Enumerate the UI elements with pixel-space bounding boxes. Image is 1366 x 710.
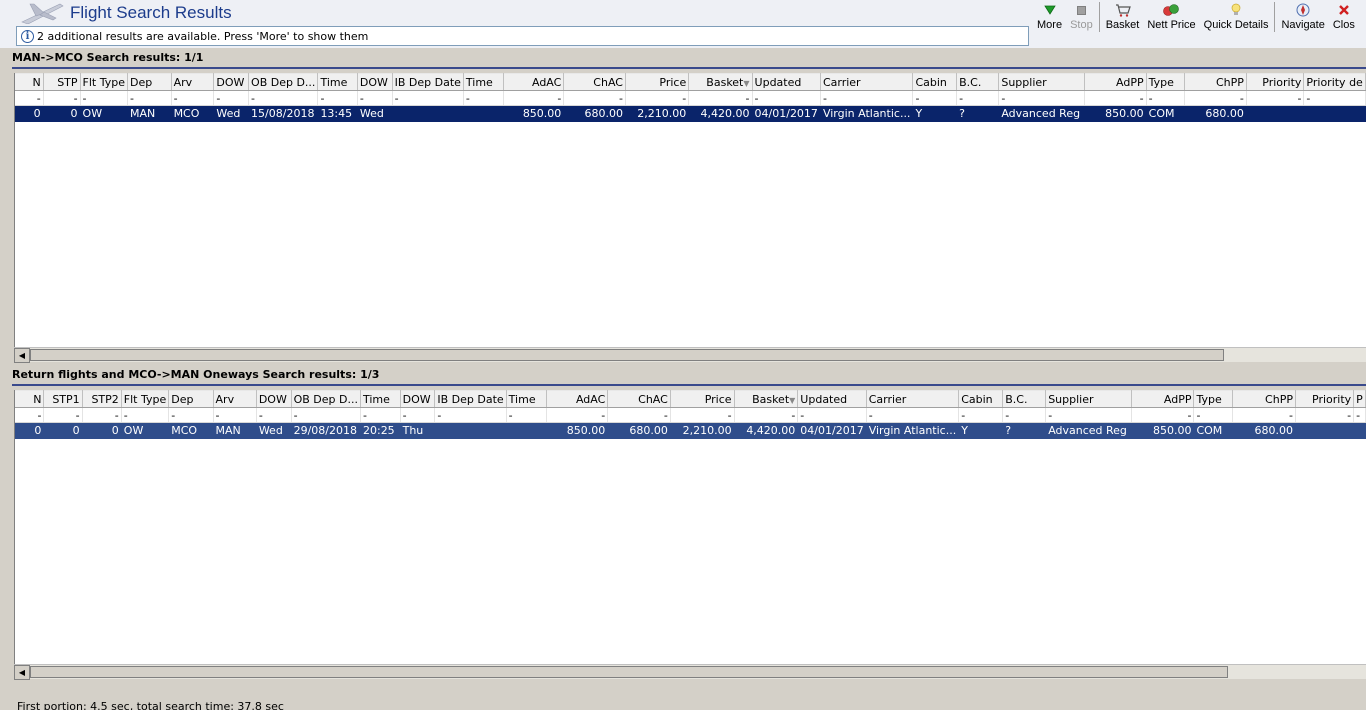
scroll-thumb[interactable] — [30, 666, 1228, 678]
col-updated[interactable]: Updated — [797, 390, 867, 408]
scroll-left-icon[interactable]: ◀ — [14, 348, 30, 363]
col-dep[interactable]: Dep — [168, 390, 214, 408]
return-horizontal-scrollbar[interactable]: ◀ — [14, 664, 1366, 680]
col-stp[interactable]: STP — [43, 73, 81, 91]
nett-price-button[interactable]: Nett Price — [1143, 0, 1199, 34]
basket-icon — [1115, 2, 1131, 18]
info-icon: i — [21, 29, 34, 43]
col-dow[interactable]: DOW — [213, 73, 250, 91]
return-table: N STP1 STP2 Flt Type Dep Arv DOW OB Dep … — [15, 390, 1366, 439]
col-dow-2[interactable]: DOW — [357, 73, 393, 91]
col-arv[interactable]: Arv — [171, 73, 215, 91]
scroll-left-icon[interactable]: ◀ — [14, 665, 30, 680]
col-ib-dep-date[interactable]: IB Dep Date — [392, 73, 464, 91]
info-message: 2 additional results are available. Pres… — [37, 29, 369, 43]
col-chac[interactable]: ChAC — [607, 390, 671, 408]
col-bc[interactable]: B.C. — [1002, 390, 1047, 408]
col-basket[interactable]: Basket▼ — [734, 390, 799, 408]
scroll-thumb[interactable] — [30, 349, 1224, 361]
col-cabin[interactable]: Cabin — [912, 73, 958, 91]
money-icon — [1162, 2, 1180, 18]
outbound-header-row: N STP Flt Type Dep Arv DOW OB Dep D... T… — [15, 73, 1366, 91]
col-carrier[interactable]: Carrier — [820, 73, 914, 91]
col-cabin[interactable]: Cabin — [958, 390, 1004, 408]
return-filter-row[interactable]: - - - - - - - - - - - - - - - - - - - - — [15, 407, 1366, 423]
col-ob-dep-date[interactable]: OB Dep D... — [291, 390, 361, 408]
compass-icon — [1295, 2, 1311, 18]
col-chac[interactable]: ChAC — [563, 73, 626, 91]
col-basket[interactable]: Basket▼ — [688, 73, 753, 91]
info-bar: i 2 additional results are available. Pr… — [16, 26, 1029, 46]
airplane-icon — [21, 3, 64, 24]
return-header-row: N STP1 STP2 Flt Type Dep Arv DOW OB Dep … — [15, 390, 1366, 408]
col-priority-de[interactable]: Priority de — [1303, 73, 1366, 91]
col-arv[interactable]: Arv — [213, 390, 257, 408]
col-flt-type[interactable]: Flt Type — [121, 390, 170, 408]
col-adpp[interactable]: AdPP — [1084, 73, 1147, 91]
col-carrier[interactable]: Carrier — [866, 390, 960, 408]
outbound-horizontal-scrollbar[interactable]: ◀ — [14, 347, 1366, 363]
col-time-2[interactable]: Time — [463, 73, 504, 91]
col-price[interactable]: Price — [625, 73, 690, 91]
lightbulb-icon — [1231, 2, 1241, 18]
col-time[interactable]: Time — [317, 73, 358, 91]
stop-icon — [1076, 2, 1086, 18]
toolbar-separator — [1274, 2, 1276, 32]
navigate-button[interactable]: Navigate — [1277, 0, 1328, 34]
arrow-down-icon — [1043, 2, 1056, 18]
return-section-rule — [12, 384, 1366, 386]
col-updated[interactable]: Updated — [752, 73, 821, 91]
status-bar-text: First portion: 4.5 sec, total search tim… — [17, 700, 284, 710]
col-flt-type[interactable]: Flt Type — [80, 73, 129, 91]
more-button[interactable]: More — [1033, 0, 1066, 34]
col-price[interactable]: Price — [670, 390, 735, 408]
outbound-table: N STP Flt Type Dep Arv DOW OB Dep D... T… — [15, 73, 1366, 122]
col-supplier[interactable]: Supplier — [998, 73, 1085, 91]
col-n[interactable]: N — [15, 73, 44, 91]
window-title: Flight Search Results — [70, 3, 232, 22]
col-ib-dep-date[interactable]: IB Dep Date — [434, 390, 507, 408]
sort-desc-icon: ▼ — [789, 395, 796, 405]
col-type[interactable]: Type — [1193, 390, 1234, 408]
table-row[interactable]: 0 0 0 OW MCO MAN Wed 29/08/2018 20:25 Th… — [15, 422, 1366, 439]
left-edge — [0, 48, 12, 710]
return-section-title: Return flights and MCO->MAN Oneways Sear… — [12, 368, 380, 381]
col-adpp[interactable]: AdPP — [1131, 390, 1195, 408]
col-priority[interactable]: Priority — [1246, 73, 1305, 91]
col-time-2[interactable]: Time — [506, 390, 547, 408]
basket-button[interactable]: Basket — [1102, 0, 1144, 34]
col-type[interactable]: Type — [1146, 73, 1186, 91]
table-row[interactable]: 0 0 OW MAN MCO Wed 15/08/2018 13:45 Wed … — [15, 105, 1366, 122]
col-chpp[interactable]: ChPP — [1184, 73, 1247, 91]
col-adac[interactable]: AdAC — [546, 390, 609, 408]
toolbar-separator — [1098, 2, 1100, 32]
col-chpp[interactable]: ChPP — [1232, 390, 1296, 408]
stop-button[interactable]: Stop — [1066, 0, 1097, 34]
col-adac[interactable]: AdAC — [503, 73, 565, 91]
col-time[interactable]: Time — [360, 390, 401, 408]
return-grid: N STP1 STP2 Flt Type Dep Arv DOW OB Dep … — [14, 390, 1366, 664]
col-stp1[interactable]: STP1 — [43, 390, 83, 408]
col-supplier[interactable]: Supplier — [1045, 390, 1132, 408]
outbound-filter-row[interactable]: - - - - - - - - - - - - - - - - - - - - — [15, 90, 1366, 106]
col-dep[interactable]: Dep — [127, 73, 172, 91]
col-n[interactable]: N — [15, 390, 45, 408]
toolbar: More Stop Basket Nett Price Quick Detail… — [1033, 0, 1355, 34]
col-dow[interactable]: DOW — [256, 390, 292, 408]
sort-desc-icon: ▼ — [743, 78, 750, 88]
outbound-grid: N STP Flt Type Dep Arv DOW OB Dep D... T… — [14, 73, 1366, 348]
outbound-section-title: MAN->MCO Search results: 1/1 — [12, 51, 204, 64]
col-ob-dep-date[interactable]: OB Dep D... — [248, 73, 319, 91]
close-icon — [1338, 2, 1350, 18]
close-button[interactable]: Clos — [1329, 0, 1355, 34]
col-stp2[interactable]: STP2 — [82, 390, 122, 408]
col-dow-2[interactable]: DOW — [400, 390, 436, 408]
col-bc[interactable]: B.C. — [956, 73, 1000, 91]
col-p[interactable]: P — [1353, 390, 1366, 408]
col-priority[interactable]: Priority — [1295, 390, 1355, 408]
outbound-section-rule — [12, 67, 1366, 69]
quick-details-button[interactable]: Quick Details — [1200, 0, 1273, 34]
